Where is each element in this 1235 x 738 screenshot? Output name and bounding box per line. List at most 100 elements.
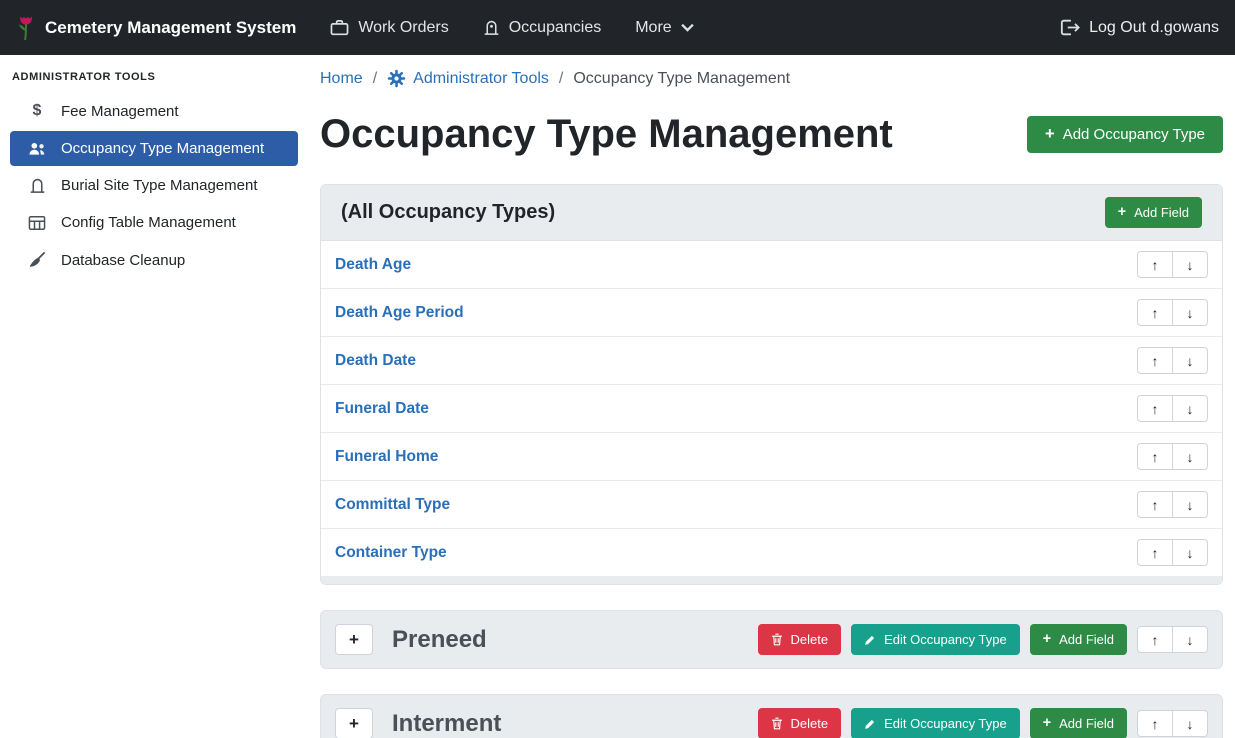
move-down-button[interactable]: ↓ xyxy=(1172,710,1208,737)
move-up-button[interactable]: ↑ xyxy=(1137,443,1173,470)
add-occupancy-type-label: Add Occupancy Type xyxy=(1063,126,1205,143)
reorder-buttons: ↑ ↓ xyxy=(1137,443,1208,470)
field-row: Death Age ↑ ↓ xyxy=(321,241,1222,289)
sidebar-item-fee-management[interactable]: $ Fee Management xyxy=(10,93,298,129)
section-actions: Delete Edit Occupancy Type + Add Field ↑… xyxy=(758,624,1208,655)
field-link-container-type[interactable]: Container Type xyxy=(335,544,447,562)
nav-work-orders-label: Work Orders xyxy=(358,19,448,37)
trash-icon xyxy=(771,717,783,730)
breadcrumb-current: Occupancy Type Management xyxy=(573,70,790,88)
add-field-button[interactable]: + Add Field xyxy=(1030,624,1127,655)
dollar-icon: $ xyxy=(26,102,48,120)
add-field-button[interactable]: + Add Field xyxy=(1105,197,1202,228)
add-field-label: Add Field xyxy=(1134,205,1189,220)
delete-label: Delete xyxy=(791,716,829,731)
add-field-button[interactable]: + Add Field xyxy=(1030,708,1127,738)
breadcrumb-admin-tools[interactable]: Administrator Tools xyxy=(387,69,549,88)
move-up-button[interactable]: ↑ xyxy=(1137,491,1173,518)
pencil-icon xyxy=(864,634,876,646)
nav-occupancies[interactable]: Occupancies xyxy=(483,19,602,37)
move-up-button[interactable]: ↑ xyxy=(1137,299,1173,326)
move-down-button[interactable]: ↓ xyxy=(1172,299,1208,326)
move-up-button[interactable]: ↑ xyxy=(1137,539,1173,566)
logout-link[interactable]: Log Out d.gowans xyxy=(1060,19,1219,37)
add-occupancy-type-button[interactable]: + Add Occupancy Type xyxy=(1027,116,1223,153)
move-up-button[interactable]: ↑ xyxy=(1137,251,1173,278)
sidebar-item-label: Fee Management xyxy=(61,103,179,120)
all-occupancy-types-title: (All Occupancy Types) xyxy=(341,201,555,224)
reorder-buttons: ↑ ↓ xyxy=(1137,395,1208,422)
move-up-button[interactable]: ↑ xyxy=(1137,347,1173,374)
move-down-button[interactable]: ↓ xyxy=(1172,395,1208,422)
move-down-button[interactable]: ↓ xyxy=(1172,539,1208,566)
users-icon xyxy=(26,141,48,157)
field-link-death-age-period[interactable]: Death Age Period xyxy=(335,304,464,322)
field-row: Death Date ↑ ↓ xyxy=(321,337,1222,385)
expand-button[interactable]: + xyxy=(335,708,373,738)
reorder-buttons: ↑ ↓ xyxy=(1137,347,1208,374)
field-link-funeral-date[interactable]: Funeral Date xyxy=(335,400,429,418)
logout-label: Log Out d.gowans xyxy=(1089,19,1219,37)
sidebar-item-occupancy-type-management[interactable]: Occupancy Type Management xyxy=(10,131,298,166)
breadcrumb-admin-tools-label: Administrator Tools xyxy=(413,70,549,88)
field-row: Committal Type ↑ ↓ xyxy=(321,481,1222,529)
move-down-button[interactable]: ↓ xyxy=(1172,251,1208,278)
sidebar-item-database-cleanup[interactable]: Database Cleanup xyxy=(10,242,298,278)
section-preneed: + Preneed Delete Edit Occupancy Type + xyxy=(320,610,1223,669)
app-brand[interactable]: Cemetery Management System xyxy=(16,14,296,41)
edit-occupancy-type-label: Edit Occupancy Type xyxy=(884,632,1007,647)
plus-icon: + xyxy=(1045,126,1055,143)
expand-button[interactable]: + xyxy=(335,624,373,655)
top-navbar: Cemetery Management System Work Orders O… xyxy=(0,0,1235,55)
field-row: Container Type ↑ ↓ xyxy=(321,529,1222,577)
plus-icon: + xyxy=(1118,205,1126,219)
sidebar-item-label: Burial Site Type Management xyxy=(61,177,258,194)
sidebar: Administrator Tools $ Fee Management Occ… xyxy=(0,55,308,738)
edit-occupancy-type-button[interactable]: Edit Occupancy Type xyxy=(851,708,1020,738)
app-title: Cemetery Management System xyxy=(45,18,296,38)
breadcrumb-home[interactable]: Home xyxy=(320,70,363,88)
edit-occupancy-type-label: Edit Occupancy Type xyxy=(884,716,1007,731)
page-title: Occupancy Type Management xyxy=(320,110,893,158)
nav-more[interactable]: More xyxy=(635,19,693,37)
reorder-buttons: ↑ ↓ xyxy=(1137,251,1208,278)
card-footer xyxy=(321,577,1222,584)
field-link-death-age[interactable]: Death Age xyxy=(335,256,411,274)
field-row: Death Age Period ↑ ↓ xyxy=(321,289,1222,337)
sidebar-heading: Administrator Tools xyxy=(10,67,298,93)
reorder-buttons: ↑ ↓ xyxy=(1137,626,1208,653)
sidebar-item-burial-site-type-management[interactable]: Burial Site Type Management xyxy=(10,168,298,203)
move-down-button[interactable]: ↓ xyxy=(1172,491,1208,518)
move-up-button[interactable]: ↑ xyxy=(1137,710,1173,737)
move-down-button[interactable]: ↓ xyxy=(1172,443,1208,470)
field-link-committal-type[interactable]: Committal Type xyxy=(335,496,450,514)
move-down-button[interactable]: ↓ xyxy=(1172,347,1208,374)
field-link-death-date[interactable]: Death Date xyxy=(335,352,416,370)
tombstone-icon xyxy=(26,177,48,194)
reorder-buttons: ↑ ↓ xyxy=(1137,710,1208,737)
all-occupancy-types-header: (All Occupancy Types) + Add Field xyxy=(321,185,1222,241)
section-interment: + Interment Delete Edit Occupancy Type + xyxy=(320,694,1223,738)
section-title: Interment xyxy=(392,710,501,738)
edit-occupancy-type-button[interactable]: Edit Occupancy Type xyxy=(851,624,1020,655)
delete-button[interactable]: Delete xyxy=(758,708,842,738)
trash-icon xyxy=(771,633,783,646)
title-row: Occupancy Type Management + Add Occupanc… xyxy=(320,110,1223,158)
reorder-buttons: ↑ ↓ xyxy=(1137,299,1208,326)
move-down-button[interactable]: ↓ xyxy=(1172,626,1208,653)
work-orders-icon xyxy=(330,19,349,36)
plus-icon: + xyxy=(1043,716,1051,730)
delete-button[interactable]: Delete xyxy=(758,624,842,655)
add-field-label: Add Field xyxy=(1059,716,1114,731)
move-up-button[interactable]: ↑ xyxy=(1137,395,1173,422)
field-row: Funeral Home ↑ ↓ xyxy=(321,433,1222,481)
add-field-label: Add Field xyxy=(1059,632,1114,647)
field-link-funeral-home[interactable]: Funeral Home xyxy=(335,448,438,466)
move-up-button[interactable]: ↑ xyxy=(1137,626,1173,653)
broom-icon xyxy=(26,251,48,269)
pencil-icon xyxy=(864,718,876,730)
section-title: Preneed xyxy=(392,626,487,654)
nav-work-orders[interactable]: Work Orders xyxy=(330,19,448,37)
breadcrumb: Home / Administrator Tool xyxy=(320,69,1223,88)
sidebar-item-config-table-management[interactable]: Config Table Management xyxy=(10,205,298,240)
